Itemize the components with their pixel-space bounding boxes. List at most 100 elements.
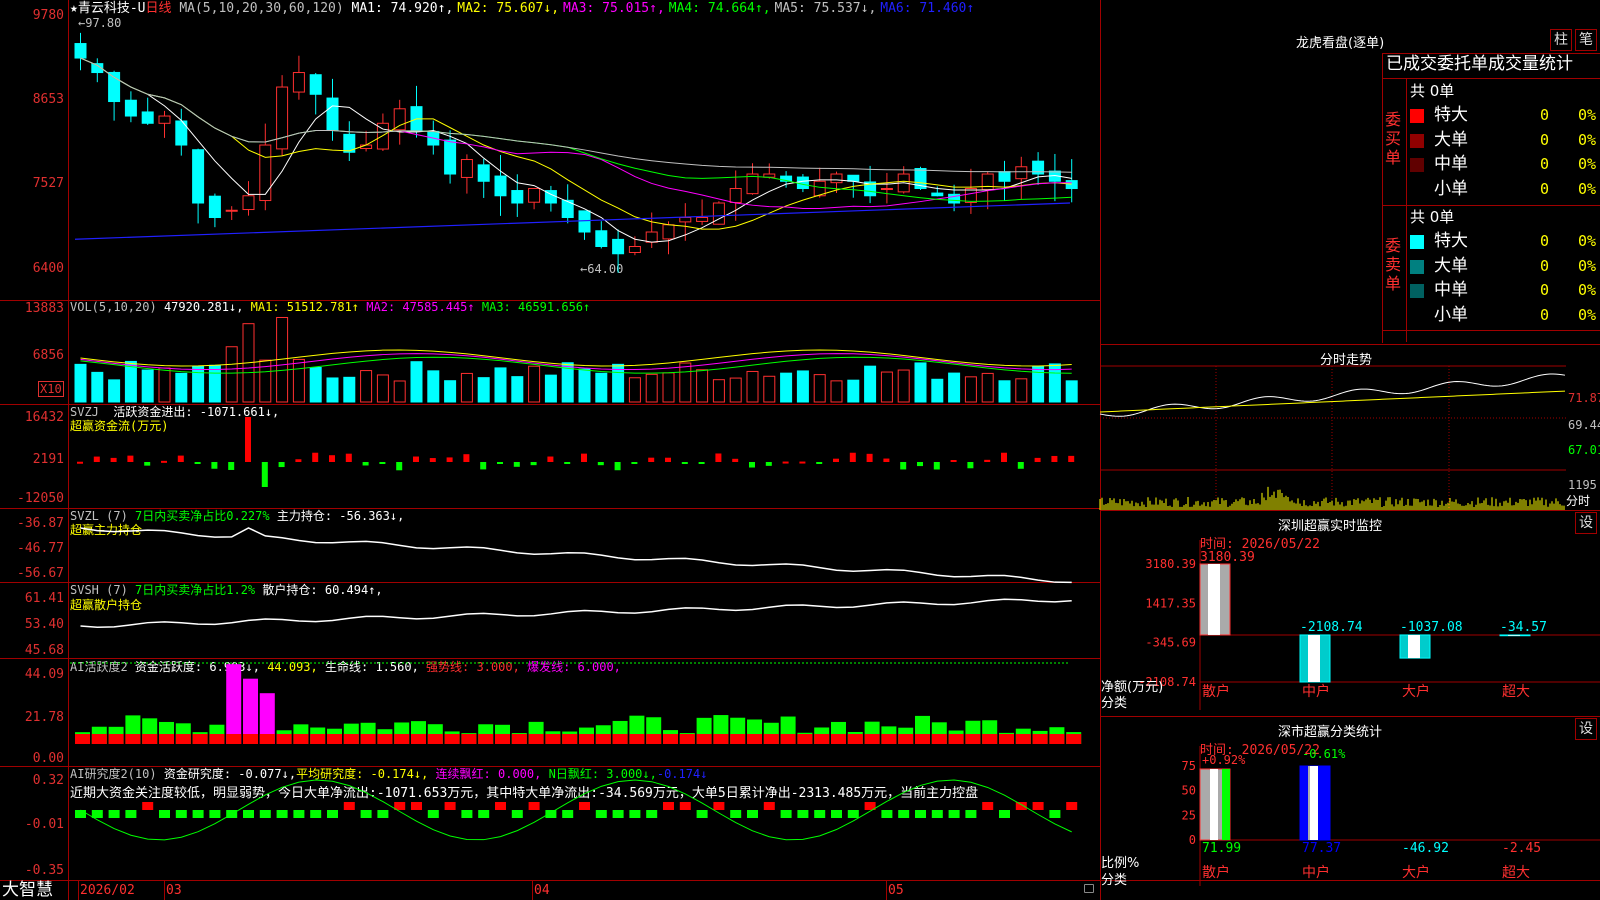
order-size-label: 大单 — [1434, 129, 1468, 150]
candle-body — [393, 108, 406, 131]
svzl-chart[interactable] — [70, 508, 1100, 584]
research-bar — [461, 810, 473, 818]
volume-bar — [74, 363, 87, 403]
activity-base — [528, 734, 544, 744]
candle-body — [964, 188, 977, 203]
activity-base — [696, 734, 712, 744]
sell-count: 共 0单 — [1410, 208, 1455, 226]
candle-body — [158, 115, 171, 124]
volume-bar — [645, 373, 658, 403]
candle-body — [696, 217, 709, 222]
volume-bar — [477, 377, 490, 403]
candlestick-chart[interactable] — [70, 0, 1100, 300]
volume-bar — [847, 379, 860, 403]
activity-base — [1032, 734, 1048, 744]
candle-body — [242, 195, 255, 211]
volume-bar — [544, 374, 557, 403]
candle-body — [662, 224, 675, 240]
fund-flow-bar — [849, 452, 856, 462]
activity-base — [814, 734, 830, 744]
fund-flow-bar — [228, 462, 235, 470]
classify-top-label: +0.92% — [1202, 753, 1246, 767]
svzj-axis-tick: -12050 — [17, 491, 64, 506]
research-bar — [579, 802, 590, 810]
color-swatch — [1410, 259, 1424, 274]
activity-base — [159, 734, 174, 744]
volume-chart[interactable] — [70, 300, 1100, 404]
research-bar — [915, 810, 926, 818]
monitor-category-label: 大户 — [1402, 683, 1430, 700]
fund-flow-bar — [665, 457, 671, 462]
activity-base — [377, 734, 393, 744]
activity-base — [931, 734, 947, 744]
research-bar — [646, 810, 658, 818]
brand-logo[interactable]: 大智慧 — [2, 881, 53, 900]
svzj-chart[interactable] — [70, 404, 1100, 508]
activity-base — [797, 734, 813, 744]
volume-bar — [192, 365, 205, 403]
research-bar — [159, 810, 170, 818]
candle-body — [998, 171, 1011, 182]
intraday-chart[interactable] — [1099, 365, 1566, 510]
ai-research-axis-tick: -0.35 — [24, 863, 64, 878]
fund-flow-bar — [1001, 452, 1007, 462]
activity-base — [444, 734, 460, 744]
research-bar — [276, 810, 288, 818]
fund-flow-bar — [211, 462, 218, 469]
ai-research-chart[interactable] — [70, 766, 1100, 880]
fund-flow-bar — [513, 462, 520, 467]
order-count: 0 — [1540, 130, 1550, 149]
activity-base — [982, 734, 998, 744]
sell-side-label: 委卖单 — [1385, 236, 1402, 293]
classify-top-label: -0.61% — [1302, 747, 1346, 761]
svsh-axis-tick: 61.41 — [24, 591, 64, 606]
ai-activity-chart[interactable] — [70, 658, 1100, 766]
research-bar — [343, 802, 355, 810]
candle-body — [847, 174, 860, 182]
bar-mode-button[interactable]: 柱 — [1550, 29, 1572, 51]
volume-bar — [880, 371, 893, 403]
lock-icon[interactable] — [1084, 884, 1094, 893]
monitor-value-label: -34.57 — [1500, 620, 1547, 635]
monitor-bar-chart[interactable]: 3180.391417.35-345.69-2108.743180.39散户-2… — [1100, 510, 1600, 716]
candle-body — [729, 188, 742, 203]
research-bar — [663, 802, 674, 810]
volume-bar — [981, 372, 994, 403]
activity-base — [646, 734, 662, 744]
classify-category-label: 超大 — [1502, 865, 1530, 881]
candle-body — [528, 188, 541, 203]
candle-body — [494, 175, 507, 197]
activity-base — [713, 734, 729, 744]
classify-bar-chart[interactable]: 75 50 25 0 +0.92% 71.99 散户 -0.61% 77.37 中户 -46.92 大… — [1100, 716, 1600, 900]
main-position-line — [80, 527, 1072, 584]
activity-base — [327, 734, 342, 744]
tick-mode-button[interactable]: 笔 — [1575, 29, 1597, 51]
svsh-chart[interactable] — [70, 582, 1100, 658]
svzj-axis-tick: 2191 — [32, 452, 64, 467]
svzj-axis-tick: 16432 — [24, 410, 64, 425]
classify-category-label: 散户 — [1202, 864, 1230, 881]
intraday-vol-label: 分时 — [1566, 494, 1591, 508]
fund-flow-bar — [1017, 462, 1024, 469]
order-size-label: 大单 — [1434, 255, 1468, 276]
volume-bar — [326, 377, 339, 403]
activity-base — [864, 734, 880, 744]
candle-body — [326, 97, 339, 132]
monitor-value-label: -2108.74 — [1300, 620, 1363, 635]
ai-activity-axis-tick: 0.00 — [32, 751, 64, 766]
volume-bar — [796, 370, 809, 403]
color-swatch — [1410, 133, 1424, 148]
ma-line — [80, 57, 1072, 230]
candle-body — [981, 173, 994, 191]
activity-base — [948, 734, 964, 744]
research-bar — [142, 802, 154, 810]
monitor-value-label: -1037.08 — [1400, 620, 1463, 635]
candle-body — [259, 144, 272, 202]
candle-body — [595, 230, 608, 248]
activity-base — [411, 734, 426, 744]
fund-flow-bar — [866, 453, 873, 462]
order-percent: 0% — [1578, 281, 1597, 299]
activity-base — [243, 734, 258, 744]
color-swatch — [1410, 158, 1424, 172]
date-label: 05 — [888, 883, 904, 898]
